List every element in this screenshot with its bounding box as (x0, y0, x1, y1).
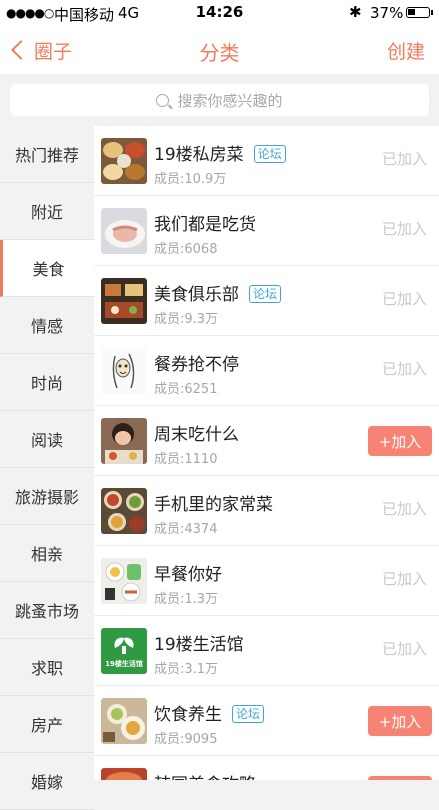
group-avatar (101, 488, 147, 534)
sidebar-item-category[interactable]: 跳蚤市场 (0, 582, 94, 639)
group-avatar (101, 208, 147, 254)
member-count: 成员:1.3万 (154, 592, 219, 607)
group-name: 早餐你好 (154, 565, 222, 585)
group-avatar (101, 138, 147, 184)
group-name: 19楼私房菜 (154, 145, 244, 165)
list-item[interactable]: 我们都是吃货成员:6068 已加入 (94, 196, 439, 266)
group-name: 韩国美食攻略 (154, 775, 256, 780)
group-avatar: 19楼生活馆 (101, 628, 147, 674)
sidebar-item-category[interactable]: 附近 (0, 183, 94, 240)
joined-status: 已加入 (381, 570, 427, 588)
group-name: 19楼生活馆 (154, 635, 244, 655)
list-item[interactable]: 韩国美食攻略 +加入 (94, 756, 439, 780)
joined-status: 已加入 (381, 290, 427, 308)
create-button[interactable]: 创建 (387, 37, 425, 64)
sidebar-item-category[interactable]: 房产 (0, 696, 94, 753)
battery-percent: 37% (370, 4, 404, 22)
join-button[interactable]: +加入 (368, 706, 432, 736)
group-name: 周末吃什么 (154, 425, 239, 445)
search-area: 搜索你感兴趣的 (0, 74, 439, 126)
bluetooth-icon: ✱ (349, 3, 362, 21)
sidebar-item-category[interactable]: 时尚 (0, 354, 94, 411)
join-button[interactable]: +加入 (368, 776, 432, 780)
member-count: 成员:10.9万 (154, 172, 227, 187)
group-name-line: 手机里的家常菜 (154, 490, 273, 515)
group-name: 手机里的家常菜 (154, 495, 273, 515)
status-bar: ●●●●○ 中国移动 4G 14:26 ✱ 37% (0, 0, 439, 26)
sidebar-item-category[interactable]: 情感 (0, 297, 94, 354)
group-avatar (101, 558, 147, 604)
group-name-line: 早餐你好 (154, 560, 222, 585)
group-name-line: 韩国美食攻略 (154, 770, 256, 780)
group-name: 饮食养生 (154, 705, 222, 725)
member-count: 成员:9095 (154, 732, 218, 747)
joined-status: 已加入 (381, 640, 427, 658)
group-name-line: 餐券抢不停 (154, 350, 239, 375)
battery-icon (406, 7, 433, 18)
group-name-line: 19楼生活馆 (154, 630, 244, 655)
sidebar-item-category[interactable]: 旅游摄影 (0, 468, 94, 525)
group-name-line: 饮食养生 论坛 (154, 700, 265, 725)
list-item[interactable]: 美食俱乐部 论坛成员:9.3万 已加入 (94, 266, 439, 336)
search-icon (156, 93, 170, 107)
member-count: 成员:9.3万 (154, 312, 219, 327)
forum-badge: 论坛 (249, 285, 282, 303)
group-avatar (101, 418, 147, 464)
list-item[interactable]: 餐券抢不停成员:6251 已加入 (94, 336, 439, 406)
sidebar-item-category[interactable]: 婚嫁 (0, 753, 94, 810)
member-count: 成员:1110 (154, 452, 218, 467)
group-name-line: 美食俱乐部 论坛 (154, 280, 282, 305)
member-count: 成员:3.1万 (154, 662, 219, 677)
group-avatar (101, 768, 147, 780)
list-item[interactable]: 19楼私房菜 论坛成员:10.9万 已加入 (94, 126, 439, 196)
search-input[interactable]: 搜索你感兴趣的 (10, 84, 429, 116)
member-count: 成员:6068 (154, 242, 218, 257)
group-name-line: 我们都是吃货 (154, 210, 256, 235)
joined-status: 已加入 (381, 360, 427, 378)
search-placeholder: 搜索你感兴趣的 (177, 91, 283, 110)
member-count: 成员:4374 (154, 522, 218, 537)
list-item[interactable]: 19楼生活馆 19楼生活馆 成员:3.1万 已加入 (94, 616, 439, 686)
page-title: 分类 (199, 41, 240, 65)
svg-text:19楼生活馆: 19楼生活馆 (105, 659, 143, 668)
forum-badge: 论坛 (232, 705, 265, 723)
list-item[interactable]: 饮食养生 论坛 成员:9095 +加入 (94, 686, 439, 756)
joined-status: 已加入 (381, 500, 427, 518)
sidebar-item-category[interactable]: 相亲 (0, 525, 94, 582)
forum-badge: 论坛 (253, 145, 286, 163)
group-avatar (101, 348, 147, 394)
group-name-line: 周末吃什么 (154, 420, 239, 445)
sidebar-item-category[interactable]: 热门推荐 (0, 126, 94, 183)
nav-bar: 圈子 分类 创建 (0, 26, 439, 74)
group-list: 19楼私房菜 论坛 成员:10.9万 已加入 我们都是吃货 成员:6068 已加入 美食俱乐部… (94, 126, 439, 780)
group-name: 我们都是吃货 (154, 215, 256, 235)
sidebar-item-category[interactable]: 求职 (0, 639, 94, 696)
joined-status: 已加入 (381, 220, 427, 238)
group-name: 美食俱乐部 (154, 285, 239, 305)
group-name: 餐券抢不停 (154, 355, 239, 375)
joined-status: 已加入 (381, 150, 427, 168)
sidebar-item-category[interactable]: 阅读 (0, 411, 94, 468)
group-avatar (101, 698, 147, 744)
member-count: 成员:6251 (154, 382, 218, 397)
list-item[interactable]: 周末吃什么成员:1110 +加入 (94, 406, 439, 476)
category-sidebar: 热门推荐 附近 美食 情感 时尚 阅读 旅游摄影 相亲 跳蚤市场 求职 房产 婚嫁 (0, 126, 94, 810)
group-avatar (101, 278, 147, 324)
group-name-line: 19楼私房菜 论坛 (154, 140, 286, 165)
list-item[interactable]: 手机里的家常菜成员:4374 已加入 (94, 476, 439, 546)
join-button[interactable]: +加入 (368, 426, 432, 456)
list-item[interactable]: 早餐你好成员:1.3万 已加入 (94, 546, 439, 616)
sidebar-item-category[interactable]: 美食 (0, 240, 94, 297)
